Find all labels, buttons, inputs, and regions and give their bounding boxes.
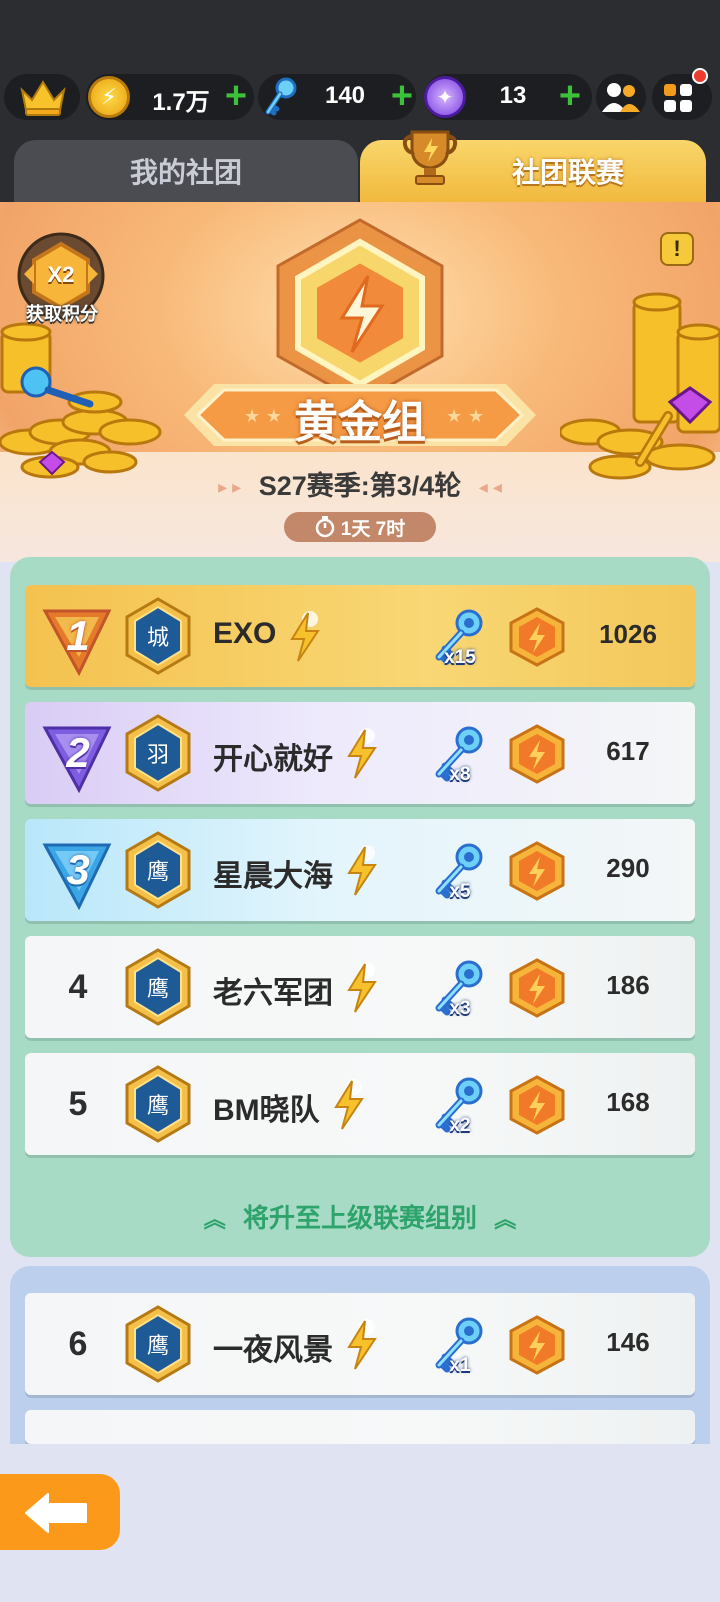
rank-number: 3 [66, 846, 90, 893]
key-reward-count: x15 [444, 647, 476, 668]
club-emblem-icon: 鹰 [125, 1065, 191, 1143]
club-emblem-icon: 羽 [125, 714, 191, 792]
club-score: 1026 [599, 619, 657, 649]
ranking-row[interactable]: 2 羽 开心就好 x8 617 [25, 702, 695, 804]
add-gems-button[interactable]: + [552, 76, 588, 116]
menu-pill[interactable] [652, 68, 712, 120]
svg-text:鹰: 鹰 [147, 860, 169, 885]
coins-value: 1.7万 [152, 89, 210, 116]
ranking-row-partial[interactable] [25, 1410, 695, 1444]
club-score: 168 [606, 1087, 650, 1117]
tab-club-league-label: 社团联赛 [511, 157, 624, 188]
back-arrow-icon [25, 1493, 87, 1533]
friends-icon [602, 83, 640, 112]
lightning-icon [347, 845, 377, 896]
season-arrow-left: ▸ ▸ [218, 477, 242, 498]
countdown-timer: 1天 7时 [284, 512, 436, 542]
bonus-label: 获取积分 [26, 304, 98, 324]
key-icon [265, 77, 297, 116]
info-button[interactable]: ! [660, 232, 694, 266]
resource-bar: ⚡ 1.7万 + 140 + ✦ 13 + [0, 68, 720, 122]
club-emblem-icon: 城 [125, 597, 191, 675]
club-score: 186 [606, 970, 650, 1000]
club-emblem-icon: 鹰 [125, 948, 191, 1026]
add-coins-button[interactable]: + [218, 76, 254, 116]
tab-my-club[interactable]: 我的社团 [14, 140, 358, 202]
countdown-value: 1天 7时 [340, 518, 406, 540]
coin-pile-right-icon [560, 292, 720, 480]
club-score: 290 [606, 853, 650, 883]
lightning-icon [334, 1079, 364, 1130]
key-reward-count: x5 [449, 881, 471, 902]
bonus-multiplier: X2 [47, 262, 75, 287]
club-emblem-icon: 鹰 [125, 831, 191, 909]
crown-pill[interactable] [4, 74, 80, 120]
league-points-icon [509, 607, 565, 667]
key-reward-count: x2 [449, 1115, 471, 1136]
lightning-icon [347, 728, 377, 779]
gems-value: 13 [499, 82, 527, 109]
league-group-name: 黄金组 [294, 398, 426, 447]
stopwatch-icon [315, 516, 335, 538]
league-points-icon [509, 724, 565, 784]
season-round: ▸ ▸ S27赛季:第3/4轮 ◂ ◂ [0, 464, 720, 503]
league-banner: ★ ★ ★ ★ 黄金组 ▸ ▸ S27赛季:第3/4轮 ◂ ◂ 1天 7时 [0, 202, 720, 562]
lightning-icon [347, 962, 377, 1013]
key-reward-count: x1 [449, 1355, 471, 1376]
gem-icon: ✦ [424, 76, 466, 118]
ranking-row[interactable]: 4 鹰 老六军团 x3 186 [25, 936, 695, 1038]
league-points-icon [509, 1315, 565, 1375]
svg-text:鹰: 鹰 [147, 1094, 169, 1119]
club-name: EXO [213, 617, 277, 650]
lightning-icon [290, 611, 320, 662]
back-button[interactable] [0, 1474, 120, 1550]
club-score: 146 [606, 1327, 650, 1357]
svg-text:鹰: 鹰 [147, 1334, 169, 1359]
crown-icon [20, 80, 66, 116]
club-name: 老六军团 [213, 977, 333, 1010]
key-reward-count: x3 [449, 998, 471, 1019]
league-points-icon [509, 958, 565, 1018]
key-reward-count: x8 [449, 764, 471, 785]
promotion-text: 将升至上级联赛组别 [242, 1203, 477, 1233]
ranking-row[interactable]: 1 城 EXO x15 1026 [25, 585, 695, 687]
chevron-up-icon: ︽ [203, 1207, 226, 1232]
add-keys-button[interactable]: + [384, 76, 420, 116]
chevron-up-icon: ︽ [494, 1207, 517, 1232]
coin-icon: ⚡ [88, 76, 130, 118]
svg-text:城: 城 [147, 626, 169, 651]
club-name: 开心就好 [213, 743, 333, 776]
ranking-row[interactable]: 3 鹰 星晨大海 x5 290 [25, 819, 695, 921]
season-arrow-right: ◂ ◂ [478, 477, 502, 498]
promotion-hint: ︽ 将升至上级联赛组别 ︽ [10, 1198, 710, 1235]
rank-number: 6 [68, 1324, 88, 1363]
season-round-label: S27赛季:第3/4轮 [258, 471, 462, 501]
lightning-icon [347, 1319, 377, 1370]
menu-grid-icon [664, 84, 692, 112]
trophy-icon [402, 130, 458, 185]
ranking-row[interactable]: 5 鹰 BM晓队 x2 168 [25, 1053, 695, 1155]
club-name: 星晨大海 [213, 860, 333, 893]
rank-number: 2 [66, 729, 90, 776]
league-points-icon [509, 841, 565, 901]
svg-text:羽: 羽 [147, 743, 169, 768]
club-name: BM晓队 [213, 1094, 320, 1127]
friends-pill[interactable] [596, 74, 646, 120]
rank-number: 1 [66, 612, 90, 659]
svg-text:鹰: 鹰 [147, 977, 169, 1002]
club-emblem-icon: 鹰 [125, 1305, 191, 1383]
notification-dot [692, 68, 708, 84]
club-score: 617 [606, 736, 650, 766]
ranking-row[interactable]: 6 鹰 一夜风景 x1 146 [25, 1293, 695, 1395]
keys-value: 140 [324, 82, 366, 109]
rank-number: 4 [68, 967, 88, 1006]
club-name: 一夜风景 [213, 1334, 333, 1367]
rank-number: 5 [68, 1084, 88, 1123]
league-points-icon [509, 1075, 565, 1135]
